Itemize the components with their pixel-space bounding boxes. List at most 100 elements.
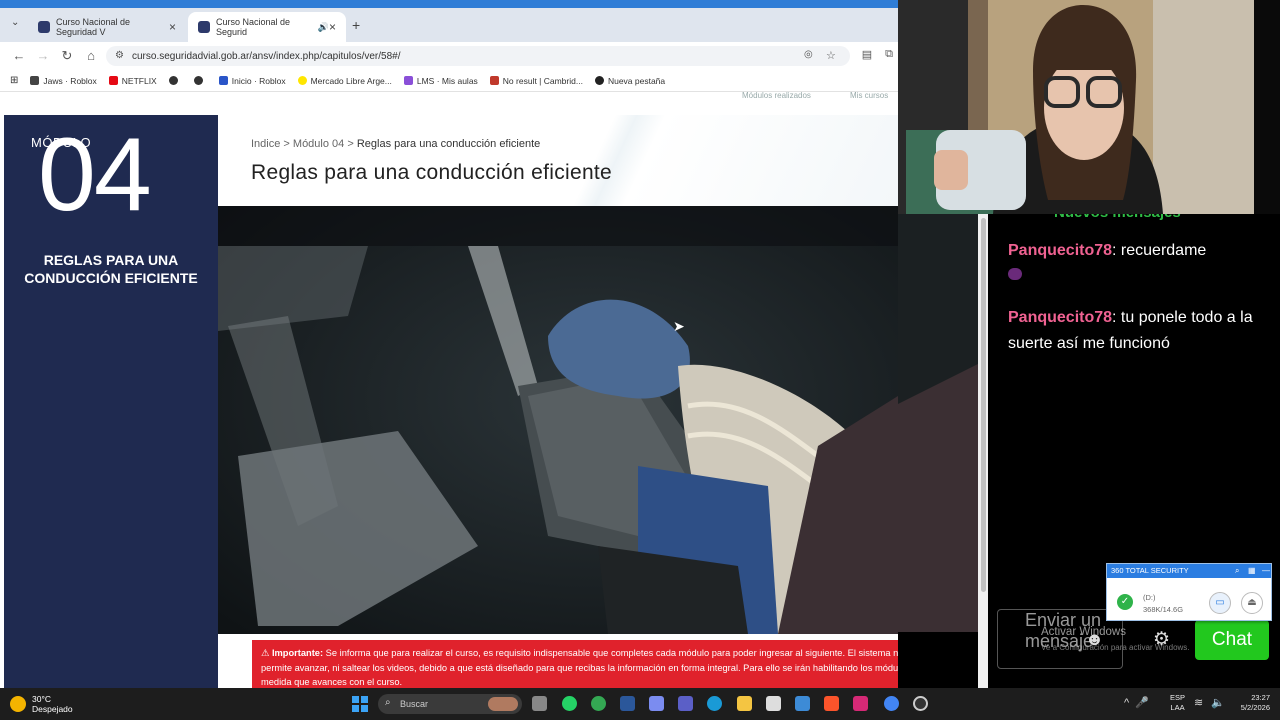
chat-message: Panquecito78: tu ponele todo a la suerte… xyxy=(1008,309,1253,352)
notice-label: Importante: xyxy=(271,648,324,658)
chrome-active-icon[interactable] xyxy=(884,696,899,711)
windows-start-icon[interactable] xyxy=(352,696,368,712)
breadcrumb: Indice > Módulo 04 > Reglas para una con… xyxy=(251,138,541,150)
breadcrumb-index[interactable]: Indice xyxy=(251,138,280,150)
store-icon[interactable] xyxy=(766,696,781,711)
course-page: Módulos realizados Mis cursos MÓDULO 04 … xyxy=(0,92,898,688)
extensions-icon[interactable]: ▤ xyxy=(858,48,876,61)
cambridge-icon xyxy=(489,76,499,85)
clock-time: 23:27 xyxy=(1251,693,1270,702)
weather-temperature: 30°C xyxy=(32,694,51,704)
browser-window: ⌄ Curso Nacional de Seguridad V × Curso … xyxy=(0,0,898,688)
webcam-overlay xyxy=(898,0,1254,214)
minimize-icon[interactable]: — xyxy=(1262,566,1270,575)
windows-taskbar xyxy=(0,688,1280,720)
apps-icon[interactable]: ⊞ xyxy=(10,75,18,86)
weather-widget[interactable]: 30°C Despejado xyxy=(10,694,73,714)
chrome-icon[interactable] xyxy=(591,696,606,711)
emote-icon xyxy=(1008,268,1022,280)
tab-2-active[interactable]: Curso Nacional de Segurid 🔊 × xyxy=(188,12,346,42)
link-my-courses[interactable]: Mis cursos xyxy=(850,92,888,100)
close-icon[interactable]: × xyxy=(169,20,176,34)
breadcrumb-current: Reglas para una conducción eficiente xyxy=(356,138,541,150)
chat-send-button[interactable]: Chat xyxy=(1195,620,1269,660)
netflix-icon xyxy=(108,76,118,85)
title-bar xyxy=(0,0,898,8)
bookmark-cambridge[interactable]: No result | Cambrid... xyxy=(489,76,583,86)
bookmark-blank-1[interactable] xyxy=(168,76,182,85)
bookmark-roblox[interactable]: Inicio · Roblox xyxy=(218,76,286,86)
emoji-icon[interactable]: ☻ xyxy=(1085,629,1104,650)
weather-condition: Despejado xyxy=(32,704,73,714)
breadcrumb-module[interactable]: Módulo 04 xyxy=(293,138,344,150)
chat-message-input[interactable]: Enviar un mensaje xyxy=(997,609,1123,669)
wifi-icon[interactable]: ≋ xyxy=(1194,696,1203,709)
address-bar[interactable]: ⚙ curso.seguridadvial.gob.ar/ansv/index.… xyxy=(106,46,850,66)
app-icon[interactable] xyxy=(795,696,810,711)
bookmark-new-tab[interactable]: Nueva pestaña xyxy=(594,76,665,86)
home-icon[interactable]: ⌂ xyxy=(82,48,100,63)
bookmark-blank-2[interactable] xyxy=(193,76,207,85)
globe-icon xyxy=(168,76,178,85)
input-language[interactable]: ESP LAA xyxy=(1170,693,1185,713)
page-scrollbar-thumb[interactable] xyxy=(981,218,986,592)
forward-arrow-icon[interactable]: → xyxy=(34,48,52,63)
back-arrow-icon[interactable]: ← xyxy=(10,48,28,63)
lesson-video-player[interactable]: ➤ xyxy=(218,206,898,634)
brave-icon[interactable] xyxy=(824,696,839,711)
link-completed-modules[interactable]: Módulos realizados xyxy=(742,92,811,100)
security-widget-title: 360 TOTAL SECURITY xyxy=(1107,564,1271,578)
gear-icon[interactable]: ⚙ xyxy=(1153,628,1170,651)
pedal-scene-image xyxy=(218,206,898,634)
warning-icon: ⚠ xyxy=(261,648,270,658)
streamer-webcam-image xyxy=(898,0,1254,214)
tab-search-icon[interactable]: ⌄ xyxy=(11,17,19,28)
word-icon[interactable] xyxy=(620,696,635,711)
drive-usage: 368K/14.6G xyxy=(1143,605,1184,614)
drive-label: (D:) xyxy=(1143,593,1156,602)
task-view-icon[interactable] xyxy=(532,696,547,711)
security-widget: 360 TOTAL SECURITY ⌕ ▦ — ✓ (D:) 368K/14.… xyxy=(1106,563,1272,621)
copilot-icon[interactable] xyxy=(649,696,664,711)
tab-2-title: Curso Nacional de Segurid xyxy=(216,17,291,37)
puzzle-icon[interactable]: ⧉ xyxy=(880,48,898,61)
edge-icon[interactable] xyxy=(707,696,722,711)
overlay-edge xyxy=(1254,0,1280,214)
volume-icon[interactable]: 🔈 xyxy=(1211,696,1225,709)
chat-username[interactable]: Panquecito78 xyxy=(1008,242,1112,259)
menu-icon[interactable]: ▦ xyxy=(1248,566,1256,575)
clock[interactable]: 23:27 5/2/2026 xyxy=(1230,693,1270,713)
whatsapp-icon[interactable] xyxy=(562,696,577,711)
page-title: Reglas para una conducción eficiente xyxy=(251,161,613,184)
eye-off-icon[interactable]: ◎ xyxy=(804,49,813,60)
bookmark-mercadolibre[interactable]: Mercado Libre Arge... xyxy=(297,76,392,86)
tab-strip: ⌄ Curso Nacional de Seguridad V × Curso … xyxy=(0,8,898,42)
bookmark-lms[interactable]: LMS · Mis aulas xyxy=(403,76,478,86)
site-favicon-icon xyxy=(198,21,210,33)
new-tab-icon[interactable]: + xyxy=(352,17,360,33)
site-info-icon[interactable]: ⚙ xyxy=(115,50,124,61)
search-icon[interactable]: ⌕ xyxy=(1235,566,1239,576)
instagram-icon[interactable] xyxy=(853,696,868,711)
speaker-icon[interactable]: 🔊 xyxy=(318,22,329,33)
eject-icon[interactable]: ⏏ xyxy=(1241,592,1263,614)
folder-icon[interactable]: ▭ xyxy=(1209,592,1231,614)
lms-icon xyxy=(403,76,413,85)
content-header: Indice > Módulo 04 > Reglas para una con… xyxy=(218,115,898,206)
search-highlight-image xyxy=(488,697,518,711)
mouse-cursor-icon: ➤ xyxy=(673,318,685,334)
tab-1[interactable]: Curso Nacional de Seguridad V × xyxy=(28,12,186,42)
lesson-video-overflow xyxy=(898,214,978,632)
video-edge-image xyxy=(898,214,978,632)
file-explorer-icon[interactable] xyxy=(737,696,752,711)
close-icon[interactable]: × xyxy=(329,20,336,34)
bookmark-netflix[interactable]: NETFLIX xyxy=(108,76,157,86)
chat-username[interactable]: Panquecito78 xyxy=(1008,309,1112,326)
star-icon[interactable]: ☆ xyxy=(826,49,836,62)
teams-icon[interactable] xyxy=(678,696,693,711)
obs-icon[interactable] xyxy=(913,696,928,711)
bookmark-jaws[interactable]: Jaws · Roblox xyxy=(30,76,97,86)
mercadolibre-icon xyxy=(297,76,307,85)
reload-icon[interactable]: ↻ xyxy=(58,48,76,64)
system-tray-icons[interactable]: ^🎤 xyxy=(1124,696,1155,709)
